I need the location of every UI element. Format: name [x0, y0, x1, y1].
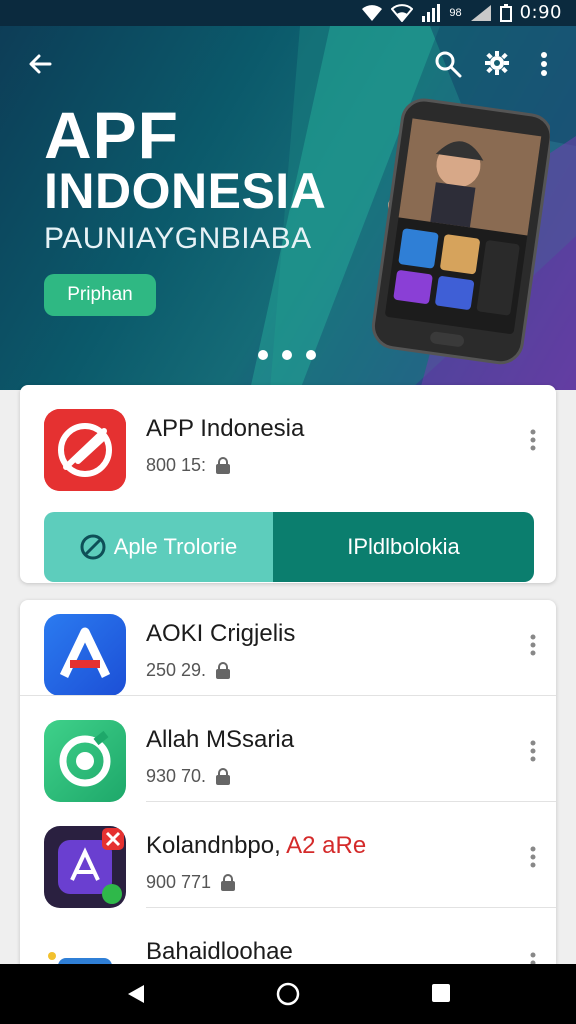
list-item-menu-icon[interactable]: [530, 846, 536, 873]
edit-icon: [80, 534, 106, 560]
search-icon[interactable]: [434, 50, 462, 83]
app-purple-icon: [44, 826, 126, 908]
hero-title-line2: INDONESIA: [44, 163, 327, 219]
lock-icon: [216, 661, 231, 679]
hero-cta-button[interactable]: Priphan: [44, 274, 156, 316]
list-item-name: Bahaidloohae: [146, 938, 293, 965]
list-item[interactable]: Allah MSsaria 930 70.: [20, 696, 556, 802]
list-item-meta: 900 771: [146, 872, 212, 892]
status-small-label: 98: [449, 6, 462, 19]
wifi-alt-icon: [391, 3, 414, 22]
list-item-name: AOKI Crigjelis: [146, 620, 296, 647]
signal-icon: [422, 3, 441, 22]
lock-icon: [216, 456, 231, 474]
recents-square-icon[interactable]: [430, 982, 452, 1004]
featured-app-menu-icon[interactable]: [530, 429, 536, 456]
app-a-icon: [44, 614, 126, 696]
carousel-dots[interactable]: [258, 350, 316, 360]
back-arrow-icon[interactable]: [26, 50, 54, 83]
gear-icon[interactable]: [484, 50, 510, 83]
list-item-meta: 250 29.: [146, 660, 207, 680]
featured-app-row[interactable]: APP Indonesia 800 15:: [20, 385, 556, 491]
hero-banner[interactable]: APF INDONESIA PAUNIAYGNBIABA Priphan: [0, 26, 576, 390]
secondary-action-button[interactable]: IPldlbolokia: [273, 512, 534, 582]
more-options-icon[interactable]: [540, 52, 548, 81]
battery-icon: [499, 3, 512, 22]
carousel-dot[interactable]: [282, 350, 292, 360]
wifi-icon: [362, 4, 383, 21]
featured-app-card[interactable]: APP Indonesia 800 15: Aple Trolorie IPld…: [20, 385, 556, 583]
list-item-name-text: Kolandnbpo,: [146, 832, 281, 859]
list-item-tag: A2 aRe: [286, 832, 367, 859]
home-circle-icon[interactable]: [276, 982, 300, 1006]
app-list-card: AOKI Crigjelis 250 29. Allah MSsaria 930…: [20, 600, 556, 980]
featured-app-name: APP Indonesia: [146, 415, 305, 442]
list-item-meta: 930 70.: [146, 766, 207, 786]
app-indonesia-icon: [44, 409, 126, 491]
featured-app-actions: Aple Trolorie IPldlbolokia: [44, 512, 534, 582]
system-navigation-bar: [0, 964, 576, 1024]
list-item[interactable]: AOKI Crigjelis 250 29.: [20, 600, 556, 696]
carousel-dot[interactable]: [258, 350, 268, 360]
lock-icon: [221, 873, 236, 891]
list-item-name: Kolandnbpo, A2 aRe: [146, 832, 366, 860]
signal-triangle-icon: [470, 4, 491, 21]
app-target-icon: [44, 720, 126, 802]
back-triangle-icon[interactable]: [124, 982, 148, 1006]
list-item-name: Allah MSsaria: [146, 726, 295, 753]
list-item-menu-icon[interactable]: [530, 634, 536, 661]
featured-app-meta: 800 15:: [146, 455, 207, 475]
hero-title-line1: APF: [44, 98, 179, 172]
carousel-dot[interactable]: [306, 350, 316, 360]
primary-action-label: Aple Trolorie: [113, 534, 238, 559]
status-clock: 0:90: [519, 2, 562, 23]
list-item[interactable]: Kolandnbpo, A2 aRe 900 771: [20, 802, 556, 908]
primary-action-button[interactable]: Aple Trolorie: [44, 512, 273, 582]
hero-subtitle: PAUNIAYGNBIABA: [44, 222, 312, 255]
status-bar: 98 0:90: [0, 0, 576, 26]
lock-icon: [216, 767, 231, 785]
list-item-menu-icon[interactable]: [530, 740, 536, 767]
phone-illustration: [371, 98, 550, 365]
